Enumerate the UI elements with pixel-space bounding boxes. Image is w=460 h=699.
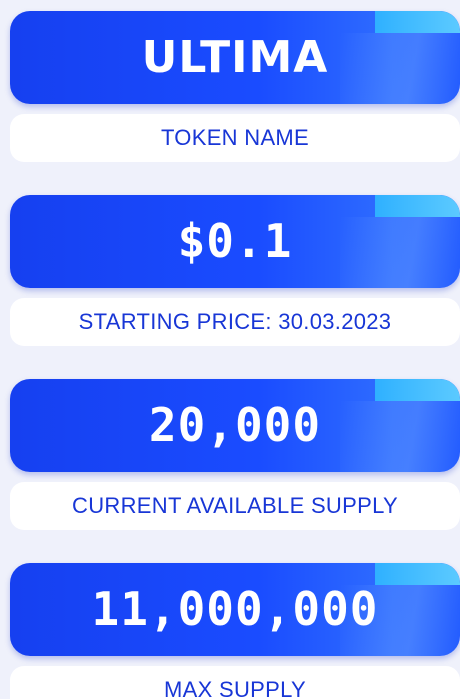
token-name-label: TOKEN NAME xyxy=(10,114,460,162)
max-supply-value: 11,000,000 xyxy=(10,563,460,656)
current-supply-value: 20,000 xyxy=(10,379,460,472)
current-supply-label: CURRENT AVAILABLE SUPPLY xyxy=(10,482,460,530)
starting-price-label: STARTING PRICE: 30.03.2023 xyxy=(10,298,460,346)
starting-price-card: $0.1 STARTING PRICE: 30.03.2023 xyxy=(10,195,460,346)
max-supply-card: 11,000,000 MAX SUPPLY xyxy=(10,563,460,699)
token-name-value-box: ULTIMA xyxy=(10,11,460,104)
starting-price-value: $0.1 xyxy=(10,195,460,288)
current-supply-value-box: 20,000 xyxy=(10,379,460,472)
token-name-card: ULTIMA TOKEN NAME xyxy=(10,11,460,162)
token-name-value: ULTIMA xyxy=(10,11,460,104)
current-supply-card: 20,000 CURRENT AVAILABLE SUPPLY xyxy=(10,379,460,530)
token-info-stack: ULTIMA TOKEN NAME $0.1 STARTING PRICE: 3… xyxy=(10,11,460,699)
max-supply-value-box: 11,000,000 xyxy=(10,563,460,656)
starting-price-value-box: $0.1 xyxy=(10,195,460,288)
max-supply-label: MAX SUPPLY xyxy=(10,666,460,699)
